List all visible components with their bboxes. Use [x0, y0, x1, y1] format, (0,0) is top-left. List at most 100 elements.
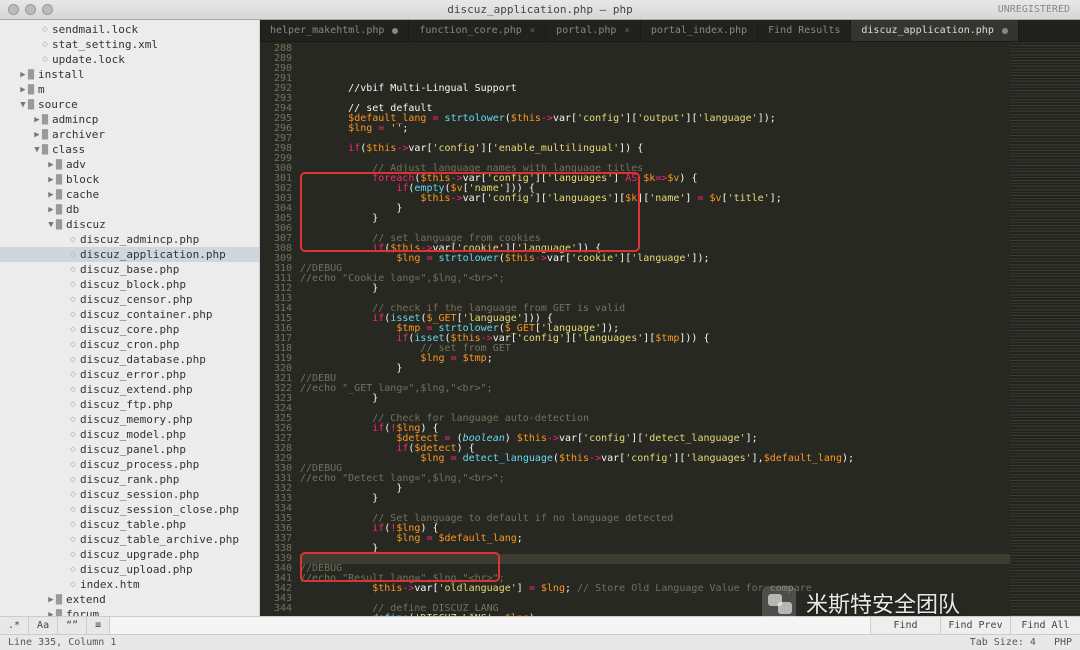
minimize-window-icon[interactable] [25, 4, 36, 15]
file-item[interactable]: ◇discuz_ftp.php [0, 397, 259, 412]
file-item[interactable]: ◇stat_setting.xml [0, 37, 259, 52]
code-line[interactable]: define('DISCUZ_LANG', $lng); [300, 614, 1010, 616]
tab-bar[interactable]: helper_makehtml.phpfunction_core.php×por… [260, 20, 1080, 42]
folder-icon: ▇ [56, 609, 62, 616]
folder-item[interactable]: ▶▇admincp [0, 112, 259, 127]
code-line[interactable]: $this->var['config']['languages'][$k]['n… [300, 194, 1010, 204]
folder-item[interactable]: ▶▇extend [0, 592, 259, 607]
code-line[interactable]: $lng = $default_lang; [300, 534, 1010, 544]
file-item[interactable]: ◇discuz_upgrade.php [0, 547, 259, 562]
file-item[interactable]: ◇discuz_extend.php [0, 382, 259, 397]
tree-item-label: discuz_database.php [80, 353, 206, 366]
file-item[interactable]: ◇update.lock [0, 52, 259, 67]
search-input[interactable] [110, 617, 870, 634]
file-item[interactable]: ◇discuz_session_close.php [0, 502, 259, 517]
file-item[interactable]: ◇ discuz_upload.php [0, 562, 259, 577]
file-icon: ◇ [70, 309, 76, 320]
editor-tab[interactable]: portal_index.php [641, 20, 758, 41]
folder-item[interactable]: ▶▇block [0, 172, 259, 187]
file-item[interactable]: ◇sendmail.lock [0, 22, 259, 37]
traffic-lights[interactable] [8, 4, 53, 15]
folder-item[interactable]: ▶▇install [0, 67, 259, 82]
code-line[interactable]: $lng = detect_language($this->var['confi… [300, 454, 1010, 464]
code-line[interactable]: //echo "Cookie lang=",$lng,"<br>"; [300, 274, 1010, 284]
code-line[interactable]: } [300, 494, 1010, 504]
editor-tab[interactable]: portal.php× [546, 20, 641, 41]
file-item[interactable]: ◇discuz_application.php [0, 247, 259, 262]
tree-item-label: discuz_panel.php [80, 443, 186, 456]
file-explorer-sidebar[interactable]: ◇sendmail.lock◇stat_setting.xml◇update.l… [0, 20, 260, 616]
folder-item[interactable]: ▼▇class [0, 142, 259, 157]
code-editor[interactable]: //vbif Multi-Lingual Support // set defa… [300, 42, 1010, 616]
zoom-window-icon[interactable] [42, 4, 53, 15]
file-icon: ◇ [70, 564, 76, 575]
folder-item[interactable]: ▶▇archiver [0, 127, 259, 142]
code-line[interactable]: $this->var['oldlanguage'] = $lng; // Sto… [300, 584, 1010, 594]
file-item[interactable]: ◇discuz_memory.php [0, 412, 259, 427]
file-item[interactable]: ◇discuz_container.php [0, 307, 259, 322]
folder-icon: ▇ [56, 174, 62, 185]
file-icon: ◇ [70, 429, 76, 440]
code-line[interactable]: if($this->var['config']['enable_multilin… [300, 144, 1010, 154]
file-item[interactable]: ◇discuz_core.php [0, 322, 259, 337]
code-line[interactable]: } [300, 544, 1010, 554]
search-option[interactable]: Aa [29, 617, 58, 634]
file-item[interactable]: ◇discuz_table.php [0, 517, 259, 532]
file-item[interactable]: ◇discuz_error.php [0, 367, 259, 382]
file-item[interactable]: ◇discuz_censor.php [0, 292, 259, 307]
file-item[interactable]: ◇index.htm [0, 577, 259, 592]
close-window-icon[interactable] [8, 4, 19, 15]
code-line[interactable]: } [300, 284, 1010, 294]
code-line[interactable]: } [300, 484, 1010, 494]
code-line[interactable]: //echo "_GET lang=",$lng,"<br>"; [300, 384, 1010, 394]
editor-tab[interactable]: discuz_application.php [851, 20, 1018, 41]
minimap[interactable] [1010, 42, 1080, 616]
file-item[interactable]: ◇discuz_rank.php [0, 472, 259, 487]
close-icon[interactable]: × [624, 26, 629, 36]
code-line[interactable]: } [300, 214, 1010, 224]
editor-tab[interactable]: helper_makehtml.php [260, 20, 409, 41]
file-item[interactable]: ◇discuz_base.php [0, 262, 259, 277]
folder-icon: ▇ [56, 159, 62, 170]
file-item[interactable]: ◇discuz_database.php [0, 352, 259, 367]
editor-tab[interactable]: Find Results [758, 20, 851, 41]
code-line[interactable]: } [300, 394, 1010, 404]
folder-item[interactable]: ▶▇adv [0, 157, 259, 172]
code-line[interactable] [300, 554, 1010, 564]
search-option[interactable]: “” [58, 617, 87, 634]
folder-item[interactable]: ▼▇source [0, 97, 259, 112]
search-option[interactable]: ≡ [87, 617, 110, 634]
code-line[interactable]: $lng = ''; [300, 124, 1010, 134]
file-item[interactable]: ◇discuz_block.php [0, 277, 259, 292]
code-line[interactable]: } [300, 364, 1010, 374]
code-line[interactable]: } [300, 204, 1010, 214]
file-item[interactable]: ◇discuz_panel.php [0, 442, 259, 457]
tree-item-label: discuz_upload.php [80, 563, 193, 576]
file-item[interactable]: ◇discuz_session.php [0, 487, 259, 502]
find-button[interactable]: Find All [1010, 617, 1080, 634]
folder-item[interactable]: ▶▇m [0, 82, 259, 97]
find-button[interactable]: Find [870, 617, 940, 634]
file-item[interactable]: ◇discuz_process.php [0, 457, 259, 472]
folder-item[interactable]: ▼▇discuz [0, 217, 259, 232]
status-tab-size[interactable]: Tab Size: 4 [970, 637, 1036, 648]
folder-item[interactable]: ▶▇cache [0, 187, 259, 202]
status-syntax[interactable]: PHP [1054, 637, 1072, 648]
file-item[interactable]: ◇discuz_cron.php [0, 337, 259, 352]
file-item[interactable]: ◇discuz_model.php [0, 427, 259, 442]
code-line[interactable]: //echo "Detect lang=",$lng,"<br>"; [300, 474, 1010, 484]
search-option[interactable]: .* [0, 617, 29, 634]
folder-item[interactable]: ▶▇forum [0, 607, 259, 616]
folder-item[interactable]: ▶▇db [0, 202, 259, 217]
file-icon: ◇ [70, 249, 76, 260]
find-bar[interactable]: .*Aa“”≡ FindFind PrevFind All [0, 616, 1080, 634]
code-line[interactable]: $lng = $tmp; [300, 354, 1010, 364]
editor-tab[interactable]: function_core.php× [409, 20, 546, 41]
file-item[interactable]: ◇discuz_admincp.php [0, 232, 259, 247]
find-button[interactable]: Find Prev [940, 617, 1010, 634]
code-line[interactable]: //vbif Multi-Lingual Support [300, 84, 1010, 94]
close-icon[interactable]: × [530, 26, 535, 36]
file-item[interactable]: ◇discuz_table_archive.php [0, 532, 259, 547]
tree-item-label: discuz_censor.php [80, 293, 193, 306]
code-line[interactable]: $lng = strtolower($this->var['cookie']['… [300, 254, 1010, 264]
